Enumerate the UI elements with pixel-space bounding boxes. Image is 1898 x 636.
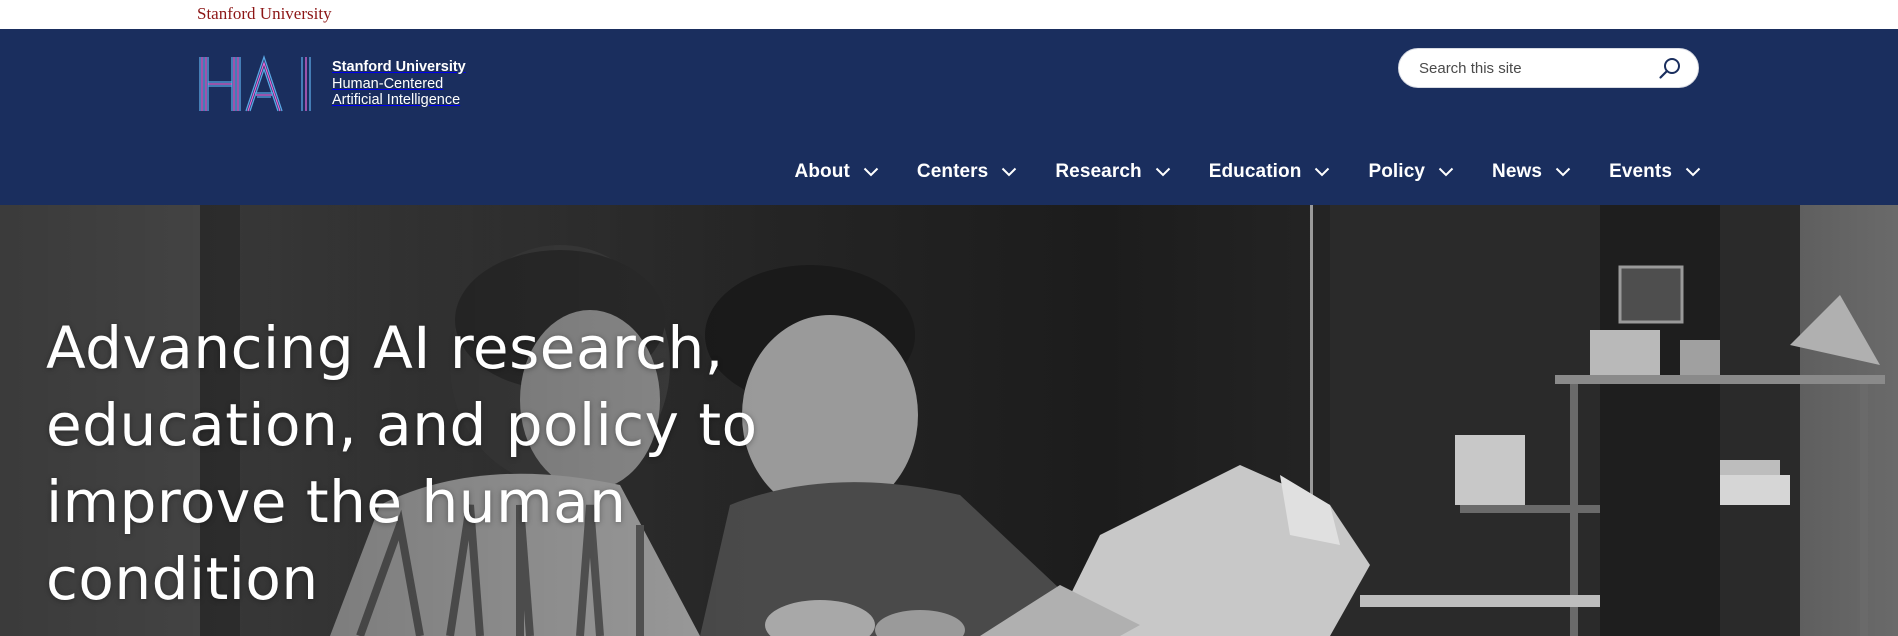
logo-line-human-centered: Human-Centered xyxy=(332,75,444,92)
nav-label: Research xyxy=(1055,161,1142,182)
nav-label: Centers xyxy=(916,161,989,182)
nav-item-education[interactable]: Education xyxy=(1209,161,1331,183)
chevron-down-icon xyxy=(863,167,879,177)
nav-item-policy[interactable]: Policy xyxy=(1368,161,1454,183)
chevron-down-icon xyxy=(1555,167,1571,177)
nav-item-research[interactable]: Research xyxy=(1055,161,1170,183)
search-icon xyxy=(1659,58,1680,79)
stanford-university-link[interactable]: Stanford University xyxy=(197,4,332,24)
chevron-down-icon xyxy=(1002,167,1017,177)
search-button[interactable] xyxy=(1656,54,1684,82)
nav-label: Policy xyxy=(1368,161,1426,182)
chevron-down-icon xyxy=(1685,167,1701,177)
chevron-down-icon xyxy=(1315,167,1330,177)
site-search xyxy=(1398,48,1699,88)
logo-line-ai: Artificial Intelligence xyxy=(332,92,461,109)
nav-label: News xyxy=(1492,161,1543,182)
search-input[interactable] xyxy=(1419,59,1656,77)
hero-banner: Advancing AI research, education, and po… xyxy=(0,205,1898,636)
nav-item-news[interactable]: News xyxy=(1492,161,1571,183)
nav-item-centers[interactable]: Centers xyxy=(917,161,1017,183)
logo-line-stanford: Stanford University xyxy=(332,59,466,76)
hai-logo-link[interactable]: Stanford University Human-Centered Artif… xyxy=(198,55,466,113)
nav-item-events[interactable]: Events xyxy=(1609,161,1701,183)
nav-label: Education xyxy=(1208,161,1302,182)
main-nav: About Centers Research Education Policy … xyxy=(795,161,1701,183)
chevron-down-icon xyxy=(1155,167,1170,177)
stanford-global-bar: Stanford University xyxy=(0,0,1898,29)
hai-logo-mark xyxy=(199,55,311,112)
hero-heading: Advancing AI research, education, and po… xyxy=(46,314,758,613)
site-header: Stanford University Human-Centered Artif… xyxy=(0,29,1898,205)
nav-label: Events xyxy=(1609,161,1672,182)
hai-logo-text: Stanford University Human-Centered Artif… xyxy=(332,59,466,109)
chevron-down-icon xyxy=(1438,167,1454,177)
nav-item-about[interactable]: About xyxy=(795,161,879,183)
nav-label: About xyxy=(794,161,850,182)
